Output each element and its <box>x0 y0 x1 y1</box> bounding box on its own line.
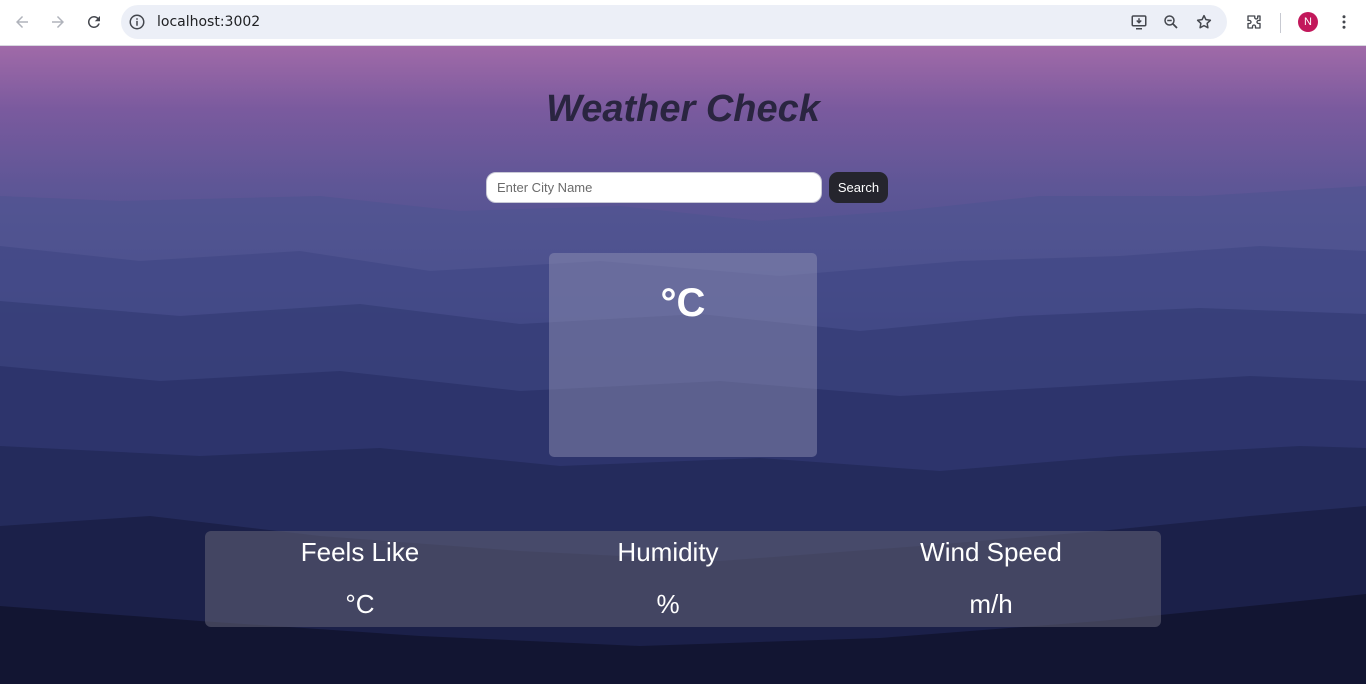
profile-avatar[interactable]: N <box>1298 12 1318 32</box>
feels-like-block: Feels Like °C <box>260 531 460 627</box>
weather-page: Weather Check Search °C Feels Like °C Hu… <box>0 46 1366 684</box>
reload-icon <box>87 15 100 28</box>
wind-speed-value: m/h <box>969 589 1013 619</box>
site-info-icon[interactable] <box>128 13 146 31</box>
wind-speed-block: Wind Speed m/h <box>891 531 1091 627</box>
address-bar[interactable]: localhost:3002 <box>121 5 1227 39</box>
temperature-card: °C <box>549 253 817 457</box>
forward-icon <box>52 16 64 28</box>
humidity-label: Humidity <box>617 537 719 567</box>
toolbar-divider <box>1280 13 1281 33</box>
back-icon <box>16 16 28 28</box>
feels-like-label: Feels Like <box>300 537 420 567</box>
reload-button[interactable] <box>82 10 106 34</box>
search-button[interactable]: Search <box>829 172 888 203</box>
page-title: Weather Check <box>546 88 820 130</box>
install-app-icon <box>1131 15 1147 30</box>
bookmark-button[interactable] <box>1194 12 1214 32</box>
extensions-icon <box>1247 15 1261 29</box>
install-app-button[interactable] <box>1129 12 1149 32</box>
back-button[interactable] <box>10 10 34 34</box>
weather-details-panel: Feels Like °C Humidity % Wind Speed m/h <box>205 531 1161 627</box>
feels-like-value: °C <box>345 589 375 619</box>
forward-button[interactable] <box>46 10 70 34</box>
browser-toolbar: localhost:3002 N <box>0 0 1366 46</box>
extensions-button[interactable] <box>1244 12 1264 32</box>
city-search-input[interactable] <box>486 172 822 203</box>
humidity-value: % <box>656 589 680 619</box>
url-text[interactable]: localhost:3002 <box>157 14 260 30</box>
zoom-icon <box>1164 15 1178 29</box>
zoom-button[interactable] <box>1161 12 1181 32</box>
humidity-block: Humidity % <box>568 531 768 627</box>
browser-menu-button[interactable] <box>1334 12 1354 32</box>
bookmark-star-icon <box>1196 14 1212 29</box>
menu-icon <box>1342 15 1346 29</box>
wind-speed-label: Wind Speed <box>920 537 1062 567</box>
temperature-value: °C <box>660 281 706 325</box>
